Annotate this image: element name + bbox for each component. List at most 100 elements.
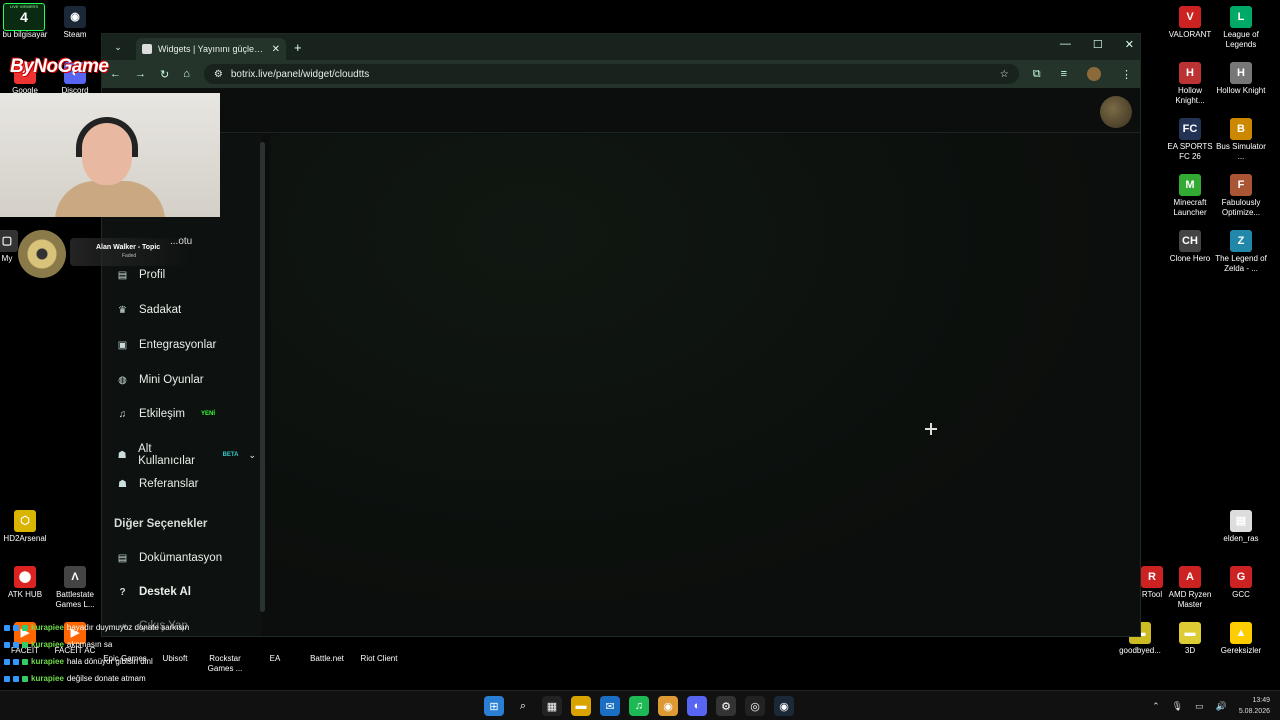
user-group-icon: ☗ xyxy=(118,478,127,490)
desktop-icon-label: GCC xyxy=(1232,590,1250,599)
desktop-icon[interactable]: F Fabulously Optimize... xyxy=(1214,174,1268,218)
minimize-icon[interactable]: — xyxy=(1060,38,1071,51)
settings-icon[interactable]: ⚙ xyxy=(716,696,736,716)
desktop-icon[interactable]: ▤ elden_ras xyxy=(1214,510,1268,544)
tab-bar: ⌄ Widgets | Yayınını güçlendirmek ✕ + — … xyxy=(102,34,1140,60)
desktop-icon[interactable]: Λ Battlestate Games L... xyxy=(48,566,102,610)
sidebar-item[interactable]: ♛ Sadakat xyxy=(116,304,256,316)
profile-avatar[interactable] xyxy=(1087,67,1101,81)
sidebar-item[interactable]: ◍ Mini Oyunlar xyxy=(116,374,256,386)
tab-search-button[interactable]: ⌄ xyxy=(106,37,130,57)
desktop-icon[interactable]: ◉ Steam xyxy=(48,6,102,40)
sidebar-item[interactable]: ? Destek Al xyxy=(116,586,256,598)
app-icon: FC xyxy=(1179,118,1201,140)
search-icon[interactable]: ⌕ xyxy=(513,696,533,716)
vinyl-disc-icon xyxy=(18,230,66,278)
extensions-icon[interactable]: ⧉ xyxy=(1033,68,1041,81)
microphone-icon[interactable]: 🎙 xyxy=(1172,701,1183,712)
sidebar-item[interactable]: ☗ Referanslar xyxy=(116,478,256,490)
sidebar-partial-text: ...otu xyxy=(170,236,193,247)
desktop-icon[interactable]: V VALORANT xyxy=(1163,6,1217,40)
sidebar-item[interactable]: ▣ Entegrasyonlar xyxy=(116,339,256,351)
app-icon: CH xyxy=(1179,230,1201,252)
sidebar-item-label: Referanslar xyxy=(139,478,199,490)
sidebar-item[interactable]: ♫ Etkileşim YENİ xyxy=(116,408,256,420)
chat-text: hala dönüyor gibisin dinl xyxy=(66,657,153,666)
desktop-icon[interactable]: FC EA SPORTS FC 26 xyxy=(1163,118,1217,162)
sidebar-item-label: Sadakat xyxy=(139,304,182,316)
desktop-icon[interactable]: ▲ Gereksizler xyxy=(1214,622,1268,656)
desktop-icon[interactable]: ⬡ HD2Arsenal xyxy=(0,510,52,544)
forward-icon[interactable]: → xyxy=(135,68,146,80)
active-tab[interactable]: Widgets | Yayınını güçlendirmek ✕ xyxy=(136,38,286,60)
menu-icon[interactable]: ⋮ xyxy=(1121,68,1132,81)
users-icon: ☗ xyxy=(117,449,127,461)
chrome-icon[interactable]: ◉ xyxy=(658,696,678,716)
chevron-down-icon[interactable]: ⌄ xyxy=(248,450,256,461)
desktop-icon-label: Riot Client xyxy=(360,654,398,663)
desktop-icon[interactable]: H Hollow Knight xyxy=(1214,62,1268,96)
music-icon: ♫ xyxy=(118,408,127,420)
desktop-icon[interactable]: G GCC xyxy=(1214,566,1268,600)
reload-icon[interactable]: ↻ xyxy=(160,68,169,81)
desktop-icon[interactable]: Z The Legend of Zelda - ... xyxy=(1214,230,1268,274)
desktop-icon-label: ATK HUB xyxy=(7,590,43,599)
desktop-icon[interactable]: B Bus Simulator ... xyxy=(1214,118,1268,162)
browser-window[interactable]: ⌄ Widgets | Yayınını güçlendirmek ✕ + — … xyxy=(101,33,1141,637)
desktop-icon[interactable]: M Minecraft Launcher xyxy=(1163,174,1217,218)
desktop-icon-label: The Legend of Zelda - ... xyxy=(1215,254,1267,273)
taskbar: ⊞ ⌕ ▦ ▬ ✉ ♫ ◉ ◐ ⚙ ◎ ◉ ⌃ 🎙 ▭ 🔊 13:49 5.08.2026 xyxy=(0,690,1280,720)
sidebar-item-label: Alt Kullanıcılar xyxy=(138,443,195,467)
chat-badge-icon xyxy=(4,641,10,648)
desktop-icon-label: 3D xyxy=(1184,646,1196,655)
discord-icon[interactable]: ◐ xyxy=(687,696,707,716)
app-icon: H xyxy=(1230,62,1252,84)
user-avatar[interactable] xyxy=(1100,96,1132,128)
sidebar-item[interactable]: ☗ Alt Kullanıcılar BETA ⌄ xyxy=(116,443,256,467)
site-info-icon[interactable]: ⚙ xyxy=(214,69,223,80)
new-tab-button[interactable]: + xyxy=(294,40,302,55)
sidebar-item[interactable]: ▤ Dokümantasyon xyxy=(116,552,256,564)
desktop-icon-label: Minecraft Launcher xyxy=(1173,198,1207,217)
brand-overlay: ByNoGame xyxy=(10,56,109,77)
desktop-icon[interactable]: CH Clone Hero xyxy=(1163,230,1217,264)
bookmark-star-icon[interactable]: ☆ xyxy=(1000,69,1009,80)
network-icon[interactable]: ▭ xyxy=(1195,701,1204,712)
system-tray: ⌃ 🎙 ▭ 🔊 13:49 5.08.2026 xyxy=(1152,695,1270,717)
media-control-icon[interactable]: ≡ xyxy=(1061,68,1067,80)
steam-icon[interactable]: ◉ xyxy=(774,696,794,716)
obs-icon[interactable]: ◎ xyxy=(745,696,765,716)
close-tab-icon[interactable]: ✕ xyxy=(272,44,280,55)
now-playing-widget: Alan Walker - Topic Faded ...otu xyxy=(18,230,192,278)
explorer-icon[interactable]: ▬ xyxy=(571,696,591,716)
maximize-icon[interactable]: ☐ xyxy=(1093,38,1103,51)
move-cursor-icon xyxy=(925,423,937,435)
chat-username: kurapiee xyxy=(31,623,64,632)
start-icon[interactable]: ⊞ xyxy=(484,696,504,716)
desktop-icon[interactable]: ▬ 3D xyxy=(1163,622,1217,656)
desktop-icon[interactable]: ⬤ ATK HUB xyxy=(0,566,52,600)
chat-text: akpmasın sa xyxy=(66,640,113,649)
app-icon: Z xyxy=(1230,230,1252,252)
chat-badge-icon xyxy=(22,675,28,682)
app-icon: Λ xyxy=(64,566,86,588)
clock[interactable]: 13:49 5.08.2026 xyxy=(1239,695,1270,717)
desktop-icon[interactable]: L League of Legends xyxy=(1214,6,1268,50)
desktop-icon[interactable]: H Hollow Knight... xyxy=(1163,62,1217,106)
sidebar-scrollbar[interactable] xyxy=(260,142,265,612)
back-icon[interactable]: ← xyxy=(110,68,121,80)
chat-message: kurapiee hala dönüyor gibisin dinl xyxy=(4,653,244,670)
spotify-icon[interactable]: ♫ xyxy=(629,696,649,716)
desktop-icon-label: Hollow Knight xyxy=(1216,86,1266,95)
desktop-icon-label: AMD Ryzen Master xyxy=(1168,590,1212,609)
close-window-icon[interactable]: ✕ xyxy=(1125,38,1134,51)
store-icon[interactable]: ▦ xyxy=(542,696,562,716)
home-icon[interactable]: ⌂ xyxy=(183,68,190,80)
desktop-icon-label: HD2Arsenal xyxy=(3,534,47,543)
address-bar[interactable]: ⚙ botrix.live/panel/widget/cloudtts ☆ xyxy=(203,64,1019,84)
volume-icon[interactable]: 🔊 xyxy=(1216,701,1227,712)
show-hidden-icons[interactable]: ⌃ xyxy=(1152,701,1160,712)
desktop-icon[interactable]: A AMD Ryzen Master xyxy=(1163,566,1217,610)
outlook-icon[interactable]: ✉ xyxy=(600,696,620,716)
chat-badge-icon xyxy=(13,624,19,631)
